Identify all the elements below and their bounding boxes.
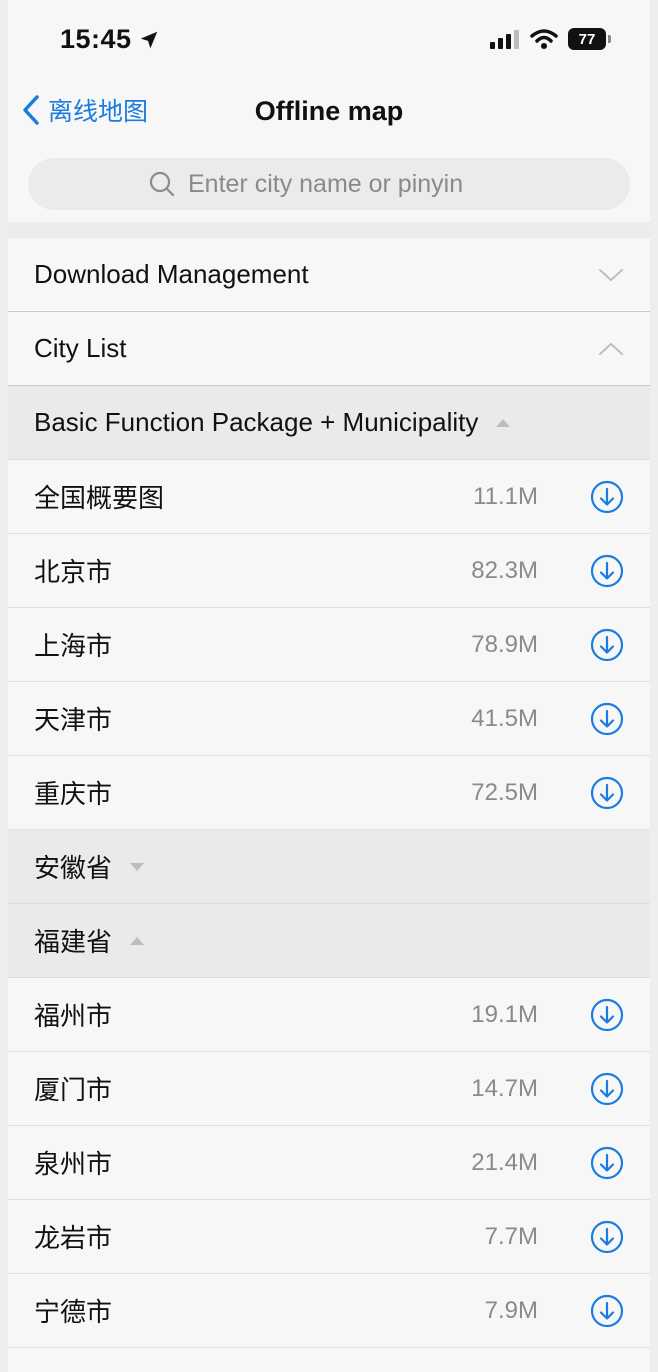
status-bar: 15:45 77	[8, 0, 650, 82]
download-management-row[interactable]: Download Management	[8, 238, 650, 312]
download-icon[interactable]	[590, 1294, 624, 1328]
search-input[interactable]	[186, 168, 510, 200]
city-size: 11.1M	[473, 482, 538, 510]
city-size: 82.3M	[471, 556, 538, 584]
city-size: 14.7M	[471, 1074, 538, 1102]
city-row: 全国概要图 11.1M	[8, 460, 650, 534]
page-title: Offline map	[254, 96, 404, 126]
search-icon	[149, 171, 175, 197]
city-size: 72.5M	[471, 778, 538, 806]
city-row: 宁德市 7.9M	[8, 1274, 650, 1348]
city-size: 7.9M	[484, 1296, 538, 1324]
group-title: 福建省	[34, 927, 113, 957]
city-row: 厦门市 14.7M	[8, 1052, 650, 1126]
collapse-triangle-icon	[130, 936, 145, 945]
city-size: 21.4M	[471, 1148, 538, 1176]
wifi-icon	[530, 29, 558, 49]
group-title: Basic Function Package + Municipality	[34, 407, 479, 437]
city-name: 宁德市	[34, 1297, 113, 1327]
city-name: 龙岩市	[34, 1223, 113, 1253]
download-icon[interactable]	[590, 480, 624, 514]
group-header-anhui[interactable]: 安徽省	[8, 830, 650, 904]
city-name: 厦门市	[34, 1075, 113, 1105]
city-name: 上海市	[34, 631, 113, 661]
city-row: 龙岩市 7.7M	[8, 1200, 650, 1274]
expand-triangle-icon	[130, 862, 145, 871]
section-divider	[8, 222, 650, 238]
city-name: 泉州市	[34, 1149, 113, 1179]
chevron-up-icon	[599, 342, 623, 355]
city-size: 7.7M	[484, 1222, 538, 1250]
app-screen: 15:45 77 离线地图 Offline map Enter city nam…	[8, 0, 650, 1372]
download-icon[interactable]	[590, 1072, 624, 1106]
collapse-triangle-icon	[496, 418, 511, 427]
city-row: 上海市 78.9M	[8, 608, 650, 682]
city-name: 福州市	[34, 1001, 113, 1031]
city-row: 重庆市 72.5M	[8, 756, 650, 830]
city-row: 福州市 19.1M	[8, 978, 650, 1052]
download-icon[interactable]	[590, 628, 624, 662]
city-list-label: City List	[34, 333, 127, 363]
download-icon[interactable]	[590, 1220, 624, 1254]
search-bar[interactable]	[28, 158, 630, 210]
city-row: 天津市 41.5M	[8, 682, 650, 756]
city-name: 重庆市	[34, 779, 113, 809]
download-icon[interactable]	[590, 998, 624, 1032]
status-time-group: 15:45	[60, 24, 160, 55]
city-list-row[interactable]: City List	[8, 312, 650, 386]
status-time: 15:45	[60, 24, 132, 54]
status-icons: 77	[490, 28, 611, 50]
group-title: 安徽省	[34, 853, 113, 883]
location-arrow-icon	[140, 31, 157, 48]
city-size: 41.5M	[471, 704, 538, 732]
download-icon[interactable]	[590, 1146, 624, 1180]
signal-icon	[490, 30, 519, 49]
download-icon[interactable]	[590, 702, 624, 736]
search-container	[8, 146, 650, 222]
group-header-basic-package[interactable]: Basic Function Package + Municipality	[8, 386, 650, 460]
city-name: 北京市	[34, 557, 113, 587]
group-header-fujian[interactable]: 福建省	[8, 904, 650, 978]
chevron-down-icon	[599, 268, 623, 281]
city-row: 北京市 82.3M	[8, 534, 650, 608]
navigation-bar: 离线地图 Offline map	[8, 82, 650, 146]
city-name: 全国概要图	[34, 483, 165, 513]
battery-level: 77	[578, 30, 596, 48]
city-name: 天津市	[34, 705, 113, 735]
city-row: 泉州市 21.4M	[8, 1126, 650, 1200]
battery-icon: 77	[568, 28, 611, 50]
download-icon[interactable]	[590, 776, 624, 810]
download-icon[interactable]	[590, 554, 624, 588]
download-management-label: Download Management	[34, 259, 309, 289]
city-size: 78.9M	[471, 630, 538, 658]
city-size: 19.1M	[471, 1000, 538, 1028]
